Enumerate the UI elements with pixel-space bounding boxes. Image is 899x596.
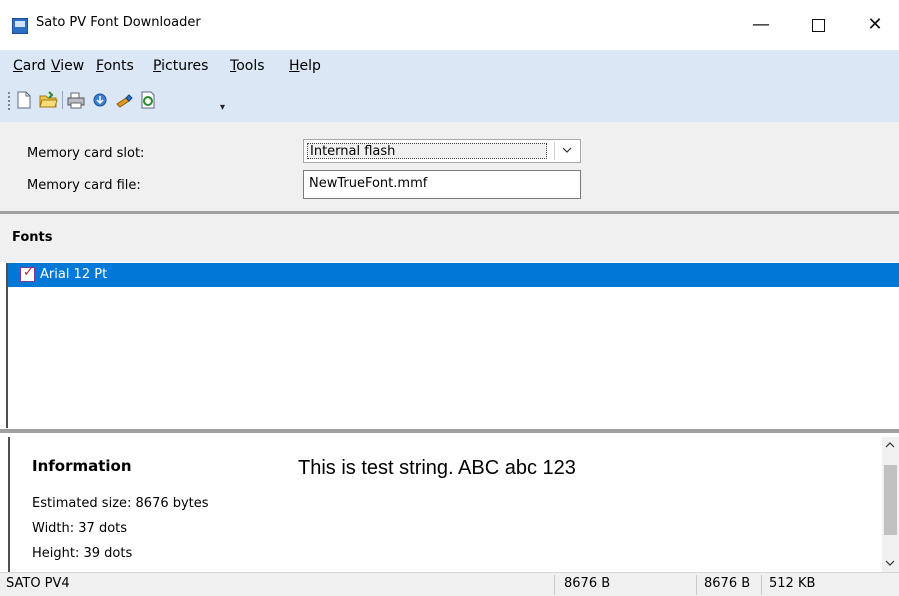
scroll-up-icon[interactable] (885, 439, 895, 452)
chevron-down-icon[interactable] (562, 143, 572, 160)
print-icon[interactable] (66, 90, 86, 110)
download-icon[interactable] (90, 90, 110, 110)
select-divider (554, 142, 555, 160)
status-separator (761, 575, 762, 595)
test-string-preview: This is test string. ABC abc 123 (298, 457, 576, 479)
list-item[interactable]: Arial 12 Pt (8, 263, 899, 287)
toolbar-overflow-icon[interactable]: ▾ (220, 102, 225, 113)
fonts-list[interactable]: Arial 12 Pt (6, 263, 899, 428)
information-panel: Information Estimated size: 8676 bytes W… (8, 437, 899, 572)
memory-card-slot-label: Memory card slot: (27, 146, 145, 161)
info-scrollbar[interactable] (882, 437, 899, 572)
menu-card[interactable]: Card (13, 58, 46, 74)
menu-fonts[interactable]: Fonts (96, 58, 134, 74)
status-size-1: 8676 B (564, 576, 611, 591)
toolbar-grip[interactable] (8, 92, 10, 110)
wand-icon[interactable] (114, 90, 134, 110)
toolbar-separator (62, 91, 63, 109)
font-item-label: Arial 12 Pt (40, 267, 108, 282)
width-info: Width: 37 dots (32, 521, 128, 536)
menu-view[interactable]: View (51, 58, 84, 74)
status-separator (696, 575, 697, 595)
splitter-bottom[interactable] (0, 429, 899, 433)
status-size-2: 8676 B (704, 576, 751, 591)
memory-card-slot-select[interactable]: Internal flash (303, 139, 581, 163)
maximize-button[interactable] (795, 0, 841, 50)
title-bar: Sato PV Font Downloader — ✕ (0, 0, 899, 50)
minimize-button[interactable]: — (738, 0, 784, 50)
estimated-size: Estimated size: 8676 bytes (32, 496, 209, 511)
status-separator (554, 575, 555, 595)
memory-card-file-label: Memory card file: (27, 178, 141, 193)
menu-toolbar-band: Card View Fonts Pictures Tools Help ▾ (0, 50, 899, 122)
height-info: Height: 39 dots (32, 546, 133, 561)
status-capacity: 512 KB (769, 576, 816, 591)
status-bar: SATO PV4 8676 B 8676 B 512 KB (0, 572, 899, 596)
scroll-down-icon[interactable] (885, 557, 895, 570)
memory-card-panel: Memory card slot: Internal flash Memory … (0, 122, 899, 212)
toolbar: ▾ (4, 88, 304, 113)
maximize-icon (811, 18, 825, 32)
window-title: Sato PV Font Downloader (36, 15, 201, 30)
status-printer: SATO PV4 (6, 576, 70, 591)
menu-help[interactable]: Help (289, 58, 321, 74)
app-icon (12, 18, 28, 34)
open-folder-icon[interactable] (38, 90, 58, 110)
scroll-thumb[interactable] (884, 465, 897, 535)
menu-tools[interactable]: Tools (230, 58, 265, 74)
close-button[interactable]: ✕ (852, 0, 898, 50)
font-checkbox-icon[interactable] (20, 265, 35, 282)
refresh-icon[interactable] (138, 90, 158, 110)
menu-pictures[interactable]: Pictures (153, 58, 208, 74)
fonts-header: Fonts (0, 214, 899, 262)
new-file-icon[interactable] (14, 90, 34, 110)
memory-card-slot-value: Internal flash (307, 143, 547, 159)
fonts-header-label: Fonts (12, 230, 53, 245)
memory-card-file-input[interactable]: NewTrueFont.mmf (303, 170, 581, 199)
information-title: Information (32, 457, 132, 475)
